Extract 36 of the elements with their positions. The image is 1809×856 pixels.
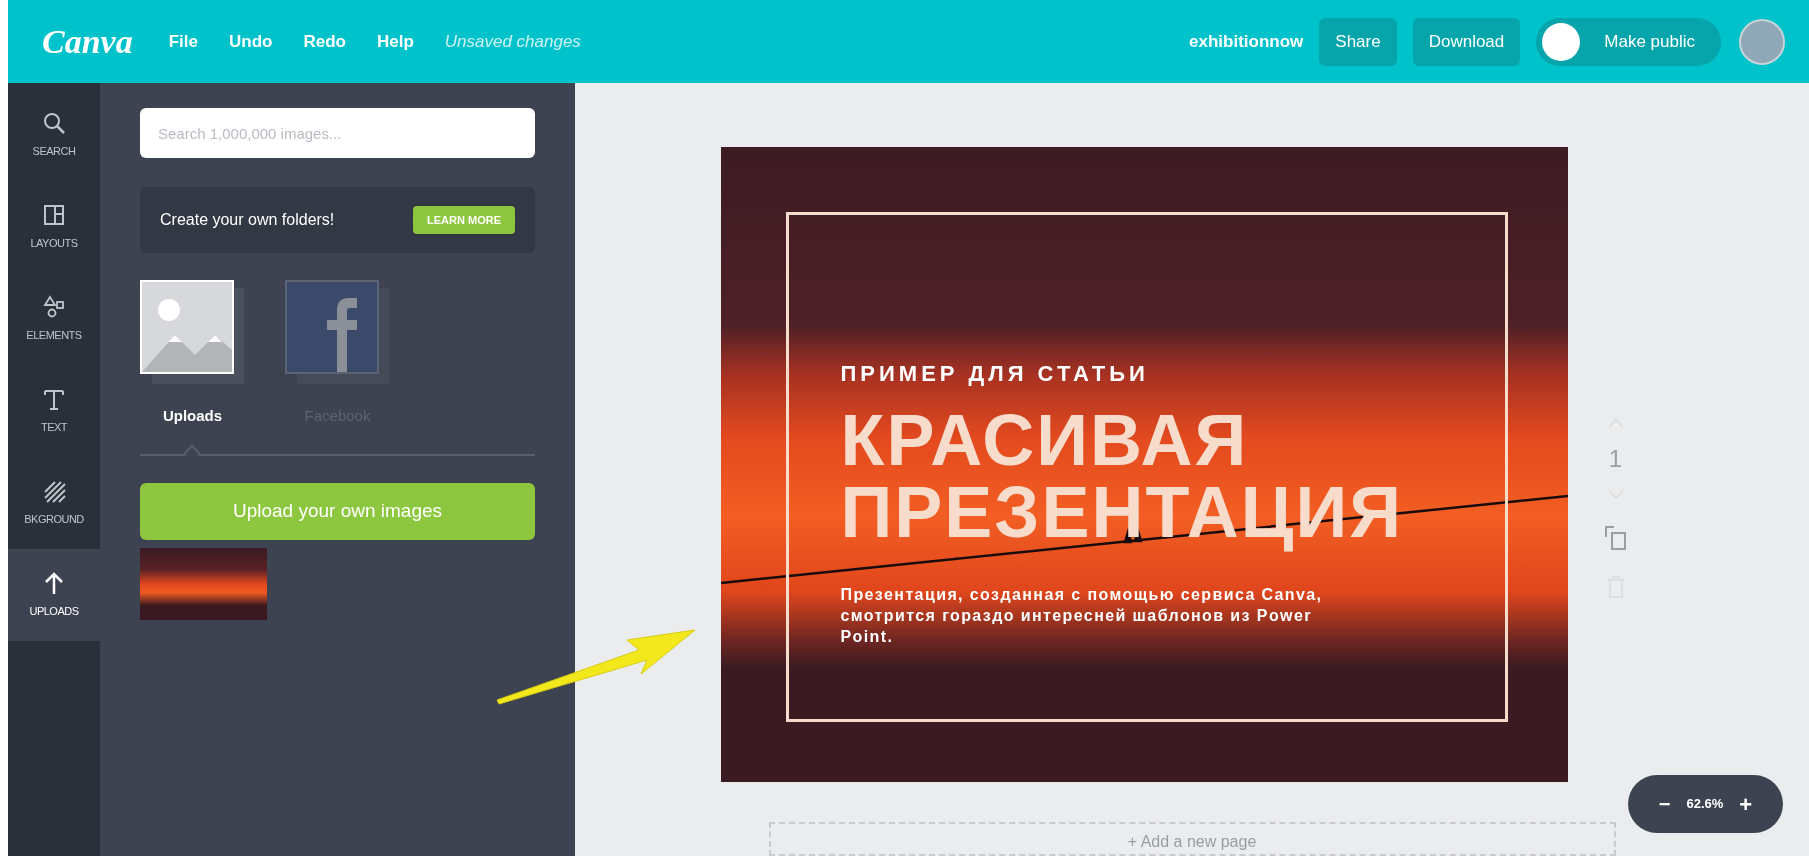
- source-tab[interactable]: Uploads: [140, 280, 245, 428]
- add-page-box[interactable]: + Add a new page: [768, 822, 1616, 856]
- slide-body-text: Презентация, созданная с помощью сервиса Canva, смотрится гораздо интересней шаблонов из Power Point.: [840, 585, 1324, 647]
- sidebar-tab[interactable]: UPLOADS: [8, 549, 100, 641]
- toggle-knob: [1542, 22, 1581, 61]
- upload-images-button[interactable]: Upload your own images: [140, 482, 535, 540]
- slide-subtitle: ПРИМЕР ДЛЯ СТАТЬИ: [840, 360, 1150, 388]
- sidebar-tab[interactable]: LAYOUTS: [8, 181, 100, 273]
- zoom-in-button[interactable]: +: [1739, 787, 1753, 821]
- toolbar-button[interactable]: Share: [1319, 17, 1397, 66]
- diagonal-lines-icon: [42, 478, 66, 505]
- menu-item[interactable]: Undo: [229, 28, 273, 55]
- sidebar-tab[interactable]: SEARCH: [8, 89, 100, 181]
- menu-item[interactable]: Redo: [303, 28, 346, 55]
- avatar[interactable]: [1739, 18, 1785, 65]
- username[interactable]: exhibitionnow: [1189, 28, 1304, 55]
- promo-text: Create your own folders!: [160, 210, 335, 230]
- canva-logo[interactable]: Canva: [42, 16, 133, 67]
- sidebar-tab[interactable]: TEXT: [8, 365, 100, 457]
- copy-icon[interactable]: [1603, 525, 1628, 551]
- menu-item[interactable]: Help: [376, 28, 414, 55]
- image-placeholder-icon: [140, 280, 245, 385]
- facebook-icon: [285, 280, 390, 385]
- menu-item[interactable]: File: [168, 28, 198, 55]
- make-public-toggle[interactable]: Make public: [1536, 17, 1721, 66]
- zoom-level: 62.6%: [1686, 795, 1724, 814]
- sidebar-tab[interactable]: ELEMENTS: [8, 273, 100, 365]
- toolbar-button[interactable]: Download: [1412, 17, 1521, 66]
- slide-title: КРАСИВАЯ: [840, 404, 1250, 476]
- search-field[interactable]: Search 1,000,000 images...: [140, 108, 535, 158]
- save-status: Unsaved changes: [444, 30, 581, 53]
- sidebar-tab[interactable]: BKGROUND: [8, 457, 100, 549]
- learn-more-button[interactable]: LEARN MORE: [413, 206, 515, 234]
- zoom-out-button[interactable]: −: [1658, 789, 1671, 819]
- page-number: 1: [1608, 444, 1623, 474]
- uploaded-image-thumbnail[interactable]: [140, 547, 267, 620]
